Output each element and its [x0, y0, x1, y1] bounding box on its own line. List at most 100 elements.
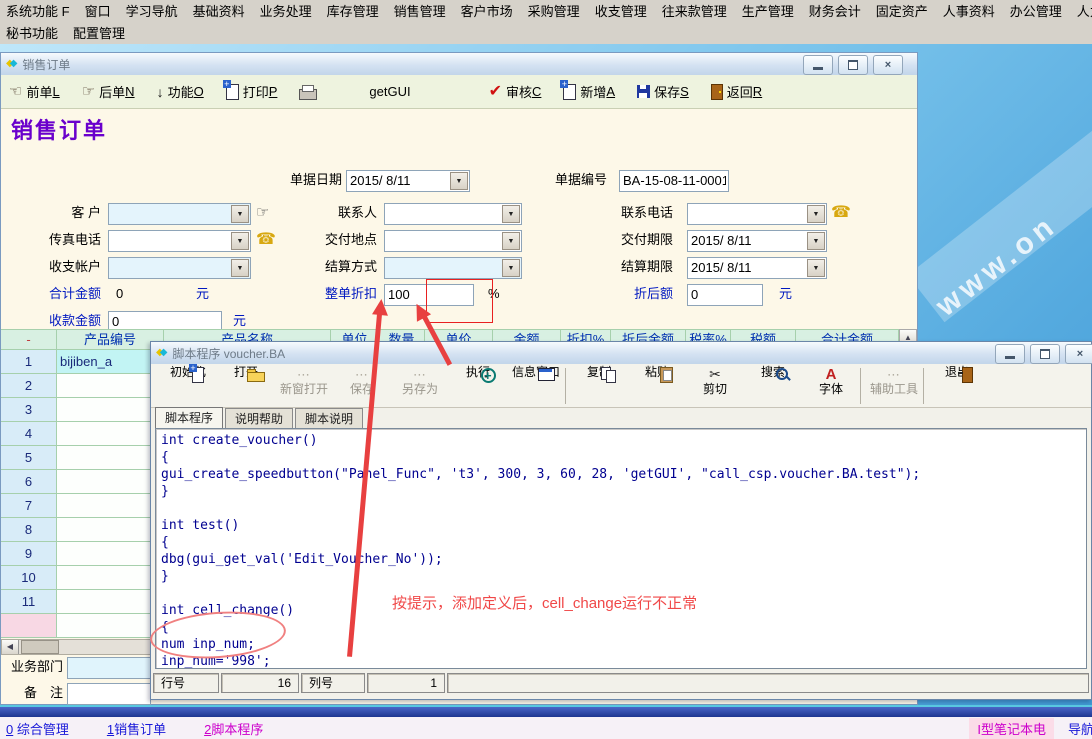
new-button[interactable]: 新增A: [563, 82, 615, 101]
menu-item[interactable]: 固定资产: [876, 3, 928, 22]
save-button[interactable]: 保存S: [637, 82, 689, 101]
menu-item[interactable]: 往来款管理: [662, 3, 727, 22]
restore-button[interactable]: [1030, 344, 1060, 364]
menu-item[interactable]: 办公管理: [1010, 3, 1062, 22]
menu-item[interactable]: 销售管理: [394, 3, 446, 22]
font-button[interactable]: A字体: [802, 366, 860, 396]
scrollbar-thumb[interactable]: [21, 640, 59, 654]
scroll-left-icon[interactable]: ◀: [2, 640, 19, 654]
prev-voucher-button[interactable]: ☜前单L: [9, 82, 60, 101]
menu-item[interactable]: 秘书功能: [6, 25, 58, 44]
menu-item[interactable]: 系统功能 F: [6, 3, 70, 22]
grid-cell[interactable]: [57, 614, 164, 638]
chevron-down-icon[interactable]: ▼: [807, 259, 825, 277]
phone-icon[interactable]: ☎: [256, 230, 276, 250]
grid-cell[interactable]: [57, 494, 164, 518]
doc_no-input[interactable]: BA-15-08-11-0001: [619, 170, 729, 192]
run-button[interactable]: 执行: [449, 366, 507, 379]
menu-item[interactable]: 窗口: [85, 3, 111, 22]
open-button[interactable]: 打开: [217, 366, 275, 379]
chevron-down-icon[interactable]: ▼: [231, 205, 249, 223]
cut-button[interactable]: ✂剪切: [686, 366, 744, 396]
script-window-titlebar[interactable]: ◆◆ 脚本程序 voucher.BA ×: [151, 342, 1091, 365]
grid-cell[interactable]: [57, 422, 164, 446]
tab-脚本程序[interactable]: 脚本程序: [155, 407, 223, 430]
account-combo[interactable]: ▼: [108, 257, 251, 279]
settle_method-combo[interactable]: ▼: [384, 257, 522, 279]
restore-button[interactable]: [838, 55, 868, 75]
taskbar-nav-item[interactable]: 导航: [1068, 719, 1092, 738]
chevron-down-icon[interactable]: ▼: [807, 205, 825, 223]
getgui-button[interactable]: getGUI: [365, 84, 410, 99]
menu-item[interactable]: 采购管理: [528, 3, 580, 22]
taskbar-product-item[interactable]: I型笔记本电: [969, 718, 1054, 739]
fax-combo[interactable]: ▼: [108, 230, 251, 252]
minimize-button[interactable]: [803, 55, 833, 75]
function-button[interactable]: ↓功能O: [157, 82, 204, 101]
print-button[interactable]: 打印P: [226, 82, 278, 101]
menu-item[interactable]: 生产管理: [742, 3, 794, 22]
printer-icon: [299, 89, 317, 100]
dept-input[interactable]: [67, 657, 151, 679]
minimize-button[interactable]: [995, 344, 1025, 364]
grid-cell[interactable]: [57, 446, 164, 470]
init-button[interactable]: 初始化: [159, 366, 217, 379]
taskbar-item[interactable]: 0 综合管理: [6, 719, 69, 738]
tab-说明帮助[interactable]: 说明帮助: [225, 408, 293, 429]
close-button[interactable]: ×: [1065, 344, 1092, 364]
grid-cell[interactable]: [57, 566, 164, 590]
return-button[interactable]: 返回R: [711, 82, 762, 101]
deliver_due-combo[interactable]: 2015/ 8/11▼: [687, 230, 827, 252]
menu-item[interactable]: 收支管理: [595, 3, 647, 22]
code-line: }: [161, 483, 1086, 500]
grid-cell[interactable]: bijiben_a: [57, 350, 164, 374]
settle_due-combo[interactable]: 2015/ 8/11▼: [687, 257, 827, 279]
copy-button[interactable]: 复制: [570, 366, 628, 379]
printer-button[interactable]: [299, 84, 317, 100]
grid-cell[interactable]: [57, 518, 164, 542]
chevron-down-icon[interactable]: ▼: [502, 205, 520, 223]
menu-item[interactable]: 客户市场: [461, 3, 513, 22]
grid-cell[interactable]: [57, 374, 164, 398]
hand-icon[interactable]: ☞: [256, 203, 269, 223]
doc_date-combo[interactable]: 2015/ 8/11▼: [346, 170, 470, 192]
phone-icon[interactable]: ☎: [831, 203, 851, 223]
exit-button[interactable]: 退出: [928, 366, 986, 379]
grid-cell[interactable]: [57, 470, 164, 494]
menu-item[interactable]: 基础资料: [193, 3, 245, 22]
chevron-down-icon[interactable]: ▼: [807, 232, 825, 250]
taskbar-item[interactable]: 1销售订单: [107, 719, 166, 738]
menu-item[interactable]: 业务处理: [260, 3, 312, 22]
sales-window-titlebar[interactable]: ◆◆ 销售订单 ×: [1, 53, 917, 76]
menu-item[interactable]: 财务会计: [809, 3, 861, 22]
chevron-down-icon[interactable]: ▼: [502, 232, 520, 250]
grid-cell[interactable]: [57, 398, 164, 422]
chevron-down-icon[interactable]: ▼: [502, 259, 520, 277]
audit-button[interactable]: ✔审核C: [489, 82, 542, 101]
menu-item[interactable]: 学习导航: [126, 3, 178, 22]
info-window-button[interactable]: 信息窗口: [507, 366, 565, 379]
chevron-down-icon[interactable]: ▼: [231, 232, 249, 250]
grid-cell[interactable]: [57, 590, 164, 614]
close-button[interactable]: ×: [873, 55, 903, 75]
contact_phone-combo[interactable]: ▼: [687, 203, 827, 225]
paste-button[interactable]: 粘贴: [628, 366, 686, 379]
tab-脚本说明[interactable]: 脚本说明: [295, 408, 363, 429]
chevron-down-icon[interactable]: ▼: [450, 172, 468, 190]
menu-item[interactable]: 人力资源: [1077, 3, 1092, 22]
taskbar-item[interactable]: 2脚本程序: [204, 719, 263, 738]
code-editor[interactable]: int create_voucher(){gui_create_speedbut…: [155, 428, 1087, 669]
chevron-down-icon[interactable]: ▼: [231, 259, 249, 277]
discounted-input[interactable]: 0: [687, 284, 763, 306]
contact_phone-label: 联系电话: [609, 203, 673, 223]
customer-combo[interactable]: ▼: [108, 203, 251, 225]
grid-cell[interactable]: [57, 542, 164, 566]
next-voucher-button[interactable]: ☞后单N: [82, 82, 135, 101]
search-button[interactable]: 搜索: [744, 366, 802, 379]
menu-item[interactable]: 库存管理: [327, 3, 379, 22]
contact-combo[interactable]: ▼: [384, 203, 522, 225]
menu-item[interactable]: 配置管理: [73, 25, 125, 44]
note-input[interactable]: [67, 683, 151, 705]
menu-item[interactable]: 人事资料: [943, 3, 995, 22]
deliver_place-combo[interactable]: ▼: [384, 230, 522, 252]
